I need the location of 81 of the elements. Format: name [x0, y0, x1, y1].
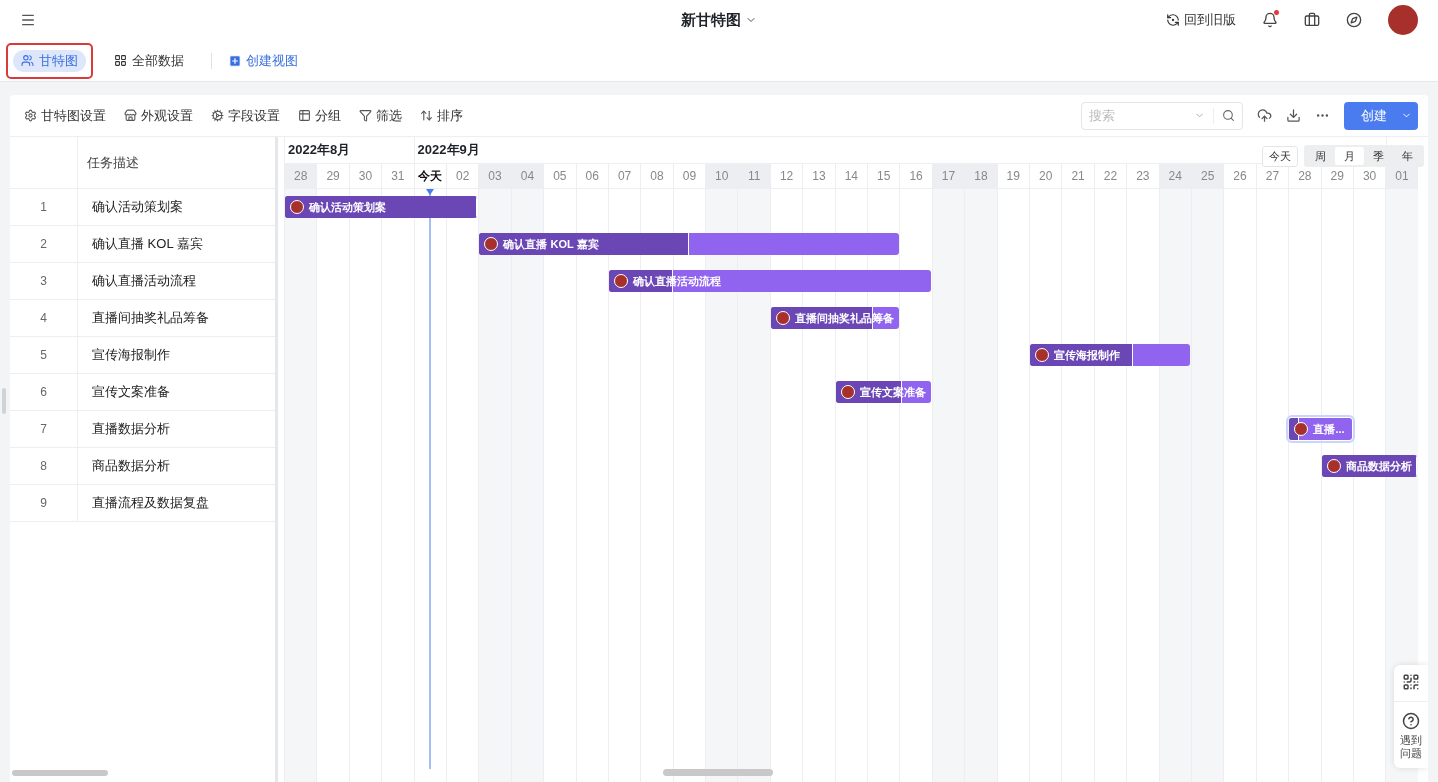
bar-label: 宣传海报制作: [1054, 347, 1121, 363]
toolbar-button[interactable]: 外观设置: [124, 105, 193, 126]
row-number: 9: [10, 485, 78, 521]
task-name: 确认直播活动流程: [91, 272, 196, 291]
people-icon: [21, 54, 34, 67]
row-number: 2: [10, 226, 78, 262]
task-name: 直播间抽奖礼品筹备: [91, 309, 209, 328]
task-name: 宣传海报制作: [91, 346, 170, 365]
bar-label: 确认直播 KOL 嘉宾: [503, 236, 599, 252]
month-label: 2022年8月: [288, 141, 351, 160]
bar-label: 商品数据分析: [1345, 458, 1412, 474]
day-label: 25: [1190, 164, 1224, 188]
resize-handle[interactable]: [2, 388, 6, 414]
toolbar-button[interactable]: 字段设置: [211, 105, 280, 126]
task-bar[interactable]: 商品数据分析: [1321, 455, 1417, 477]
task-name: 直播流程及数据复盘: [91, 494, 209, 513]
scrollbar[interactable]: [663, 769, 773, 776]
task-name: 确认直播 KOL 嘉宾: [91, 235, 203, 254]
row-number: 5: [10, 337, 78, 373]
search-field[interactable]: 搜索: [1089, 105, 1179, 126]
bell-icon[interactable]: [1262, 12, 1278, 28]
bar-label: 直播...: [1313, 421, 1345, 437]
row-number: 1: [10, 189, 78, 225]
day-label: 03: [478, 164, 511, 188]
page-title: 新甘特图: [681, 9, 741, 30]
task-bar[interactable]: 确认活动策划案: [285, 196, 478, 218]
task-bar[interactable]: 宣传海报制作: [1030, 344, 1191, 366]
month-label: 2022年9月: [417, 141, 480, 160]
row-number: 3: [10, 263, 78, 299]
timescale-tab[interactable]: 年: [1393, 147, 1422, 165]
column-header: 任务描述: [86, 153, 139, 172]
plus-icon: [228, 53, 242, 68]
task-name: 商品数据分析: [91, 457, 170, 476]
task-bar[interactable]: 确认直播 KOL 嘉宾: [479, 233, 899, 255]
view-tab[interactable]: 甘特图: [13, 49, 86, 72]
task-name: 确认活动策划案: [91, 198, 183, 217]
qr-code-icon[interactable]: [1402, 673, 1420, 691]
row-number: 4: [10, 300, 78, 336]
toolbar-button[interactable]: 甘特图设置: [24, 105, 106, 126]
day-label: 18: [964, 164, 997, 188]
sort-icon: [420, 109, 433, 122]
avatar-icon: [1388, 5, 1418, 35]
briefcase-icon[interactable]: [1304, 12, 1320, 28]
help-icon[interactable]: [1402, 712, 1420, 730]
task-name: 直播数据分析: [91, 420, 170, 439]
timescale-tab[interactable]: 月: [1335, 147, 1364, 165]
avatar-icon: [1294, 422, 1309, 436]
row-number: 8: [10, 448, 78, 484]
view-tab[interactable]: 全部数据: [106, 49, 192, 72]
day-label: 10: [705, 164, 738, 188]
old-version-link[interactable]: 回到旧版: [1184, 10, 1236, 30]
filter-icon: [359, 109, 372, 122]
search-bar[interactable]: 搜索: [1081, 101, 1243, 130]
create-button[interactable]: 创建: [1344, 101, 1418, 130]
row-number: 7: [10, 411, 78, 447]
toolbar-button[interactable]: 排序: [420, 105, 463, 126]
compass-icon[interactable]: [1346, 12, 1362, 28]
switch-icon[interactable]: [1166, 13, 1180, 27]
group-icon: [298, 109, 311, 122]
create-view-link[interactable]: 创建视图: [224, 50, 302, 71]
day-label: 24: [1158, 164, 1191, 188]
today-button[interactable]: 今天: [1262, 145, 1298, 167]
toolbar-button[interactable]: 分组: [298, 105, 341, 126]
day-label: 04: [510, 164, 544, 188]
day-label: 17: [931, 164, 965, 188]
download-icon[interactable]: [1286, 108, 1301, 123]
grid-icon: [114, 54, 127, 67]
day-label: 11: [737, 164, 770, 188]
bar-label: 确认活动策划案: [309, 199, 386, 215]
timescale-tab[interactable]: 季: [1364, 147, 1393, 165]
toolbar-button[interactable]: 筛选: [359, 105, 402, 126]
task-bar[interactable]: 直播...: [1289, 418, 1353, 440]
help-label[interactable]: 遇到问题: [1399, 734, 1423, 760]
day-label: 28: [284, 164, 317, 188]
timescale-tab[interactable]: 周: [1306, 147, 1335, 165]
task-name: 宣传文案准备: [91, 383, 170, 402]
search-icon[interactable]: [1222, 109, 1235, 122]
row-number: 6: [10, 374, 78, 410]
upload-icon[interactable]: [1257, 108, 1272, 123]
scrollbar[interactable]: [12, 770, 108, 776]
menu-icon[interactable]: [20, 12, 36, 28]
